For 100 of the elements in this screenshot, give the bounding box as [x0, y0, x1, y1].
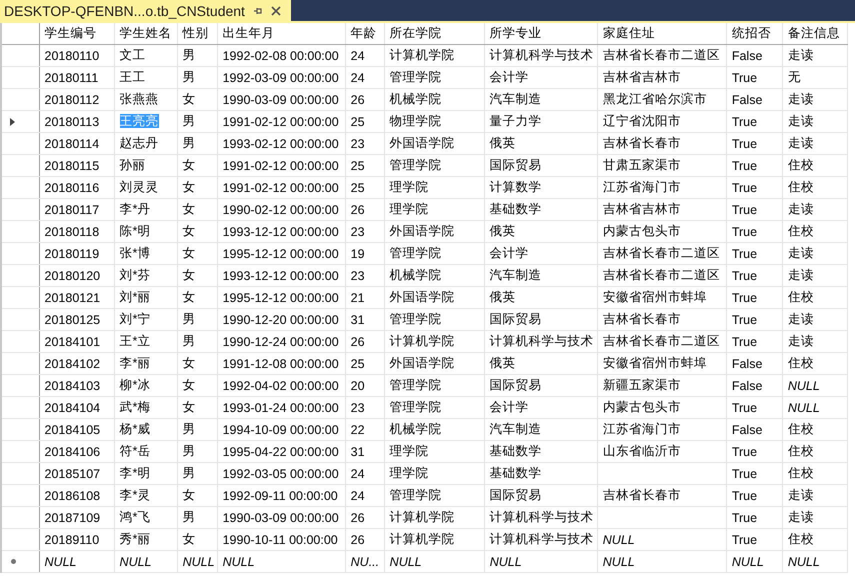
table-cell[interactable]: 计算机科学与技术 — [484, 528, 598, 550]
table-cell[interactable]: 26 — [345, 88, 384, 110]
table-cell[interactable]: True — [726, 308, 782, 330]
table-cell[interactable]: 计算机科学与技术 — [484, 330, 598, 352]
table-cell[interactable]: 管理学院 — [384, 242, 484, 264]
table-cell[interactable]: 住校 — [782, 154, 848, 176]
table-cell[interactable]: 男 — [177, 308, 218, 330]
table-cell[interactable]: True — [726, 528, 782, 550]
table-cell[interactable]: 1993-12-12 00:00:00 — [217, 220, 346, 242]
table-cell[interactable]: NULL — [39, 550, 114, 572]
column-header[interactable]: 统招否 — [726, 23, 782, 44]
table-cell[interactable]: 吉林省长春市 — [597, 308, 726, 330]
table-cell[interactable]: 管理学院 — [384, 484, 484, 506]
table-cell[interactable]: 23 — [345, 132, 384, 154]
table-cell[interactable]: 男 — [177, 440, 218, 462]
table-cell[interactable]: 20184101 — [39, 330, 114, 352]
table-cell[interactable]: 26 — [345, 198, 384, 220]
table-cell[interactable]: 孙丽 — [114, 154, 178, 176]
table-cell[interactable]: NULL — [597, 528, 726, 550]
table-cell[interactable]: 女 — [177, 88, 218, 110]
column-header[interactable]: 出生年月 — [217, 23, 346, 44]
table-cell[interactable]: NULL — [114, 550, 178, 572]
table-cell[interactable]: 管理学院 — [384, 396, 484, 418]
table-cell[interactable]: 机械学院 — [384, 264, 484, 286]
table-cell[interactable]: 走读 — [782, 484, 848, 506]
table-cell[interactable]: 19 — [345, 242, 384, 264]
table-cell[interactable]: 内蒙古包头市 — [597, 220, 726, 242]
table-cell[interactable]: 刘*芬 — [114, 264, 178, 286]
column-header[interactable]: 性别 — [177, 23, 218, 44]
table-cell[interactable]: 24 — [345, 462, 384, 484]
table-cell[interactable]: 李*明 — [114, 462, 178, 484]
table-cell[interactable]: 无 — [782, 66, 848, 88]
table-cell[interactable]: 26 — [345, 506, 384, 528]
table-cell[interactable]: NULL — [177, 550, 218, 572]
table-cell[interactable]: True — [726, 242, 782, 264]
table-cell[interactable]: 20180125 — [39, 308, 114, 330]
table-cell[interactable]: 走读 — [782, 308, 848, 330]
table-cell[interactable]: 住校 — [782, 440, 848, 462]
column-header[interactable]: 所学专业 — [484, 23, 598, 44]
table-cell[interactable]: 女 — [177, 154, 218, 176]
table-cell[interactable]: 1994-10-09 00:00:00 — [217, 418, 346, 440]
table-cell[interactable]: 26 — [345, 528, 384, 550]
table-cell[interactable]: True — [726, 220, 782, 242]
table-cell[interactable]: 外国语学院 — [384, 132, 484, 154]
table-cell[interactable]: 住校 — [782, 418, 848, 440]
table-cell[interactable]: True — [726, 484, 782, 506]
table-cell[interactable]: 走读 — [782, 132, 848, 154]
table-cell[interactable]: 吉林省长春市 — [597, 484, 726, 506]
table-cell[interactable]: 1992-03-05 00:00:00 — [217, 462, 346, 484]
table-cell[interactable]: 女 — [177, 264, 218, 286]
table-cell[interactable]: 内蒙古包头市 — [597, 396, 726, 418]
table-cell[interactable]: 女 — [177, 198, 218, 220]
document-tab[interactable]: DESKTOP-QFENBN...o.tb_CNStudent — [0, 0, 291, 21]
table-cell[interactable]: 计算机学院 — [384, 506, 484, 528]
table-cell[interactable]: 走读 — [782, 44, 848, 66]
table-cell[interactable]: 计算机科学与技术 — [484, 44, 598, 66]
table-cell[interactable]: 国际贸易 — [484, 374, 598, 396]
table-cell[interactable]: 1993-01-24 00:00:00 — [217, 396, 346, 418]
table-cell[interactable]: 秀*丽 — [114, 528, 178, 550]
table-cell[interactable]: NU... — [345, 550, 384, 572]
table-cell[interactable]: 会计学 — [484, 66, 598, 88]
table-cell[interactable]: 新疆五家渠市 — [597, 374, 726, 396]
table-cell[interactable]: 女 — [177, 396, 218, 418]
table-cell[interactable]: 陈*明 — [114, 220, 178, 242]
table-cell[interactable]: 机械学院 — [384, 418, 484, 440]
table-cell[interactable]: 20 — [345, 374, 384, 396]
table-cell[interactable]: NULL — [384, 550, 484, 572]
table-cell[interactable]: 吉林省长春市二道区 — [597, 264, 726, 286]
table-cell[interactable]: 23 — [345, 264, 384, 286]
table-cell[interactable]: 武*梅 — [114, 396, 178, 418]
table-cell[interactable]: 物理学院 — [384, 110, 484, 132]
table-cell[interactable]: False — [726, 44, 782, 66]
table-cell[interactable]: 文工 — [114, 44, 178, 66]
table-cell[interactable]: True — [726, 462, 782, 484]
table-cell[interactable]: 基础数学 — [484, 440, 598, 462]
table-cell[interactable]: 住校 — [782, 176, 848, 198]
table-cell[interactable]: 24 — [345, 44, 384, 66]
table-cell[interactable]: 1990-10-11 00:00:00 — [217, 528, 346, 550]
table-cell[interactable]: 25 — [345, 154, 384, 176]
table-cell[interactable]: 外国语学院 — [384, 286, 484, 308]
table-cell[interactable]: 吉林省吉林市 — [597, 66, 726, 88]
table-cell[interactable]: 20184102 — [39, 352, 114, 374]
table-cell[interactable]: 20185107 — [39, 462, 114, 484]
table-cell[interactable]: 20189110 — [39, 528, 114, 550]
table-cell[interactable]: 山东省临沂市 — [597, 440, 726, 462]
table-cell[interactable]: 基础数学 — [484, 462, 598, 484]
table-cell[interactable]: 汽车制造 — [484, 264, 598, 286]
table-cell[interactable]: 会计学 — [484, 396, 598, 418]
table-cell[interactable]: 20180115 — [39, 154, 114, 176]
table-cell[interactable]: 理学院 — [384, 176, 484, 198]
table-cell[interactable]: 男 — [177, 132, 218, 154]
table-cell[interactable]: 机械学院 — [384, 88, 484, 110]
pin-icon[interactable] — [252, 6, 263, 16]
table-cell[interactable]: True — [726, 154, 782, 176]
table-cell[interactable]: 20180110 — [39, 44, 114, 66]
table-cell[interactable]: NULL — [484, 550, 598, 572]
table-cell[interactable]: 女 — [177, 352, 218, 374]
table-cell[interactable]: 吉林省长春市 — [597, 132, 726, 154]
table-cell[interactable]: 安徽省宿州市蚌埠 — [597, 286, 726, 308]
table-cell[interactable]: 住校 — [782, 462, 848, 484]
